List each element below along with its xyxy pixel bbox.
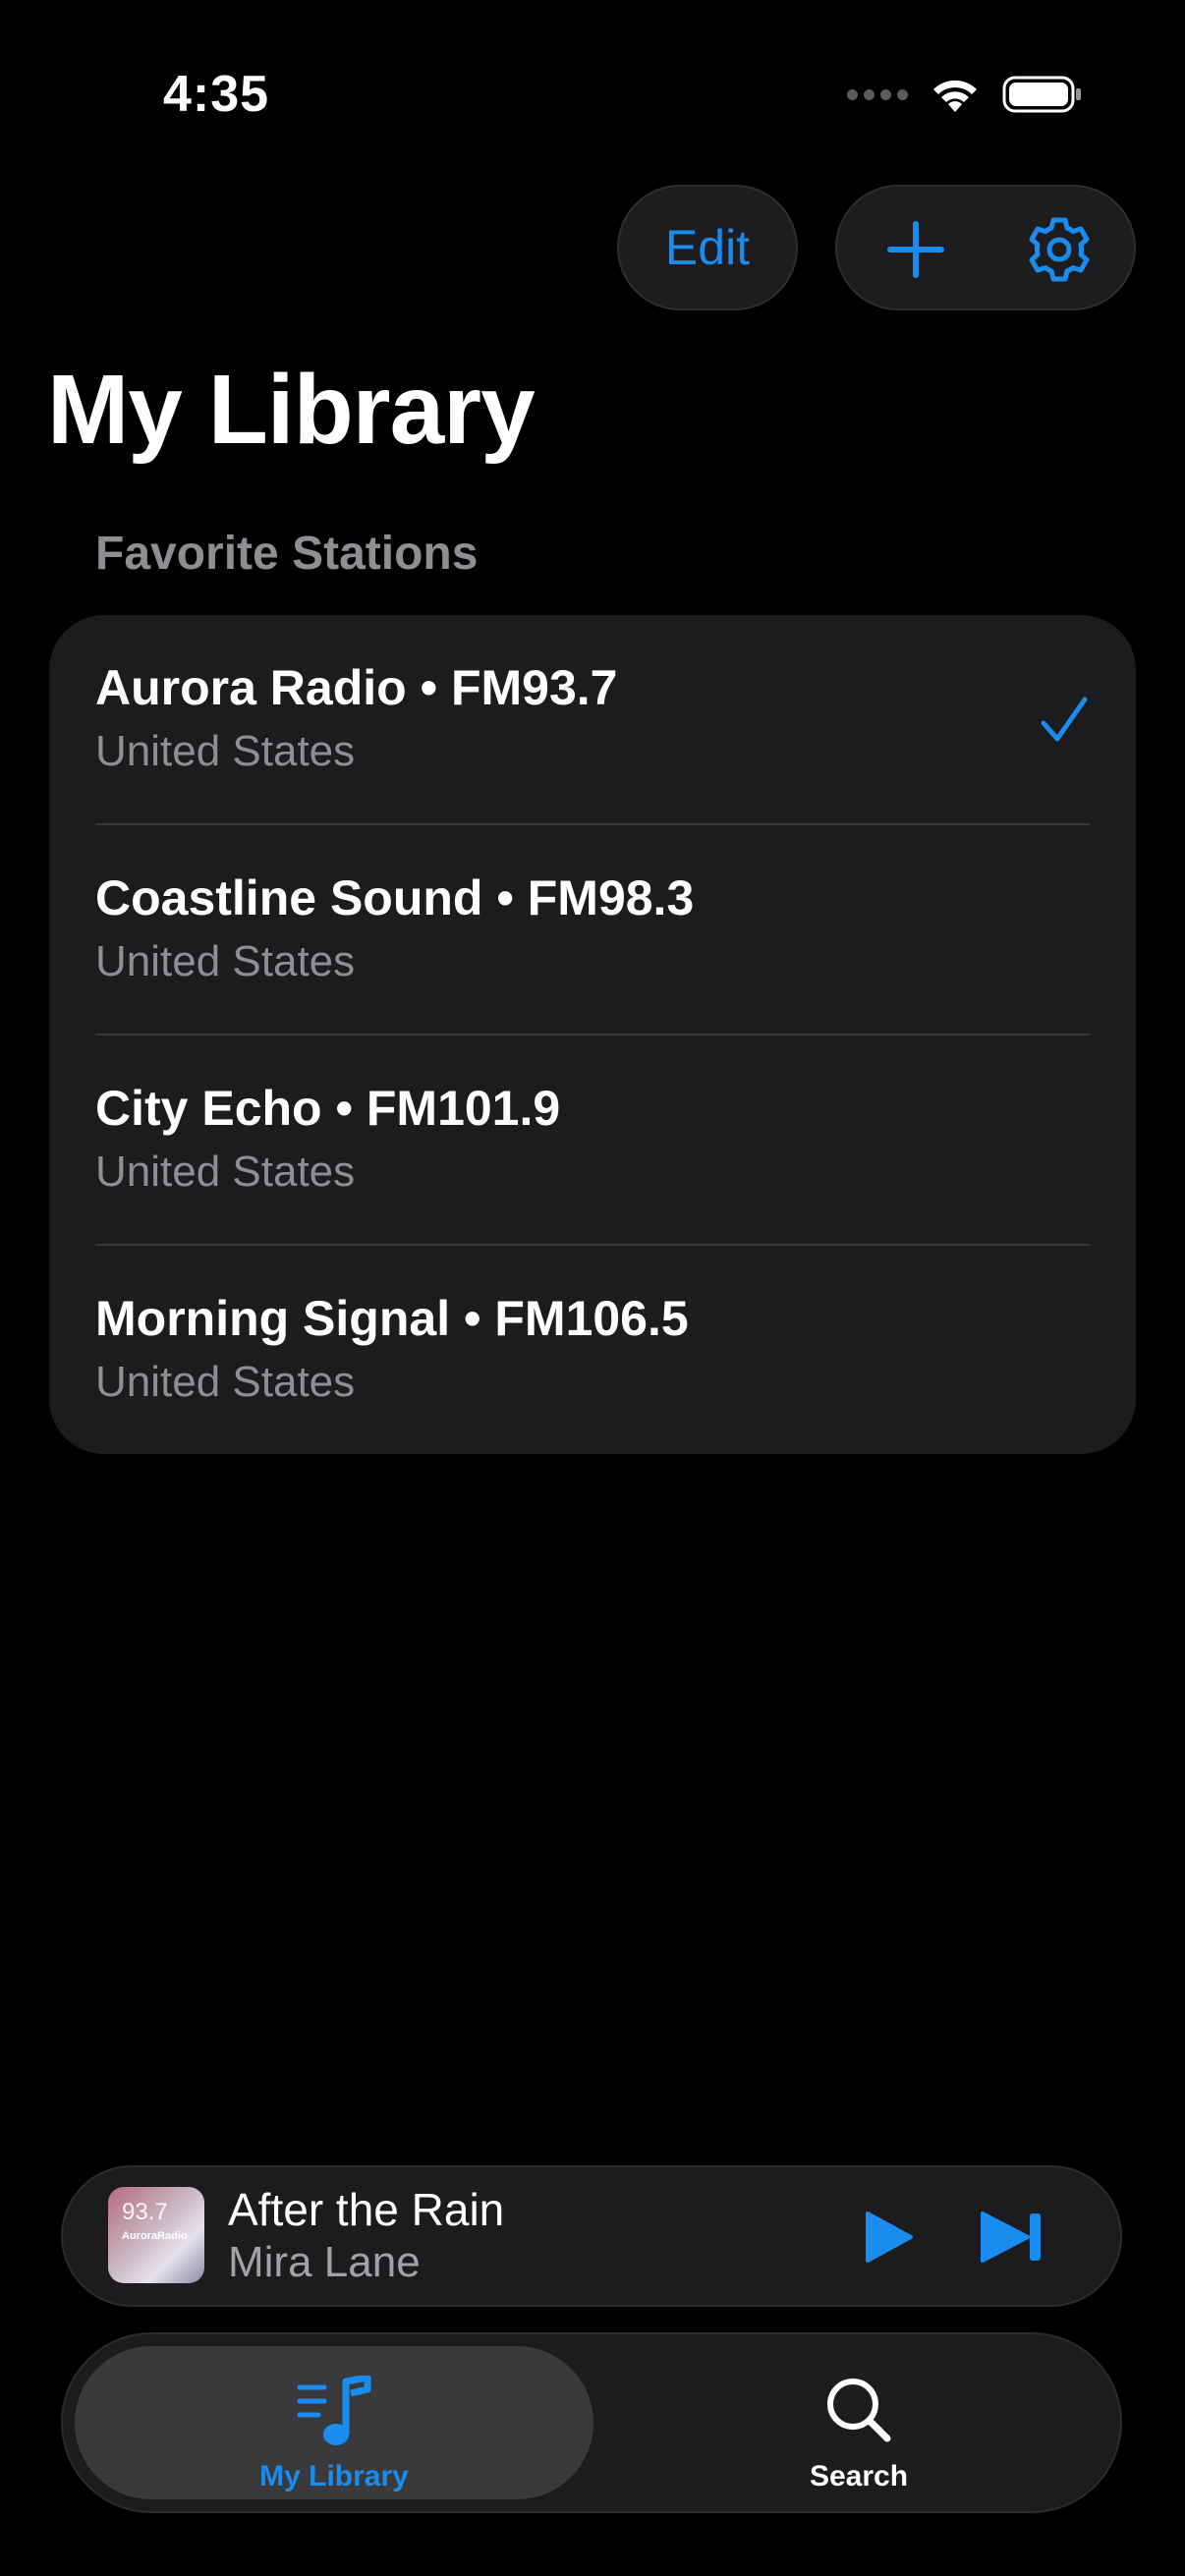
track-title: After the Rain (228, 2184, 505, 2235)
station-row[interactable]: Aurora Radio • FM93.7 United States (49, 615, 1136, 825)
play-button[interactable] (855, 2203, 924, 2271)
settings-button[interactable] (1020, 210, 1099, 289)
checkmark-icon (1041, 697, 1088, 742)
page-title: My Library (47, 355, 536, 465)
station-name: Morning Signal • FM106.5 (95, 1291, 689, 1346)
next-track-button[interactable] (973, 2203, 1051, 2271)
toolbar-actions (835, 185, 1136, 310)
tab-my-library[interactable]: My Library (75, 2346, 593, 2499)
artwork-frequency: 93.7 (122, 2199, 168, 2225)
station-country: United States (95, 937, 356, 985)
tab-bar: My Library Search (61, 2332, 1122, 2513)
station-row[interactable]: City Echo • FM101.9 United States (49, 1036, 1136, 1246)
status-icons (847, 75, 1083, 114)
station-name: Coastline Sound • FM98.3 (95, 870, 695, 925)
status-time: 4:35 (163, 66, 270, 123)
album-artwork: 93.7 AuroraRadio (108, 2187, 204, 2283)
music-list-icon (297, 2376, 371, 2445)
station-country: United States (95, 1148, 356, 1196)
cellular-signal-icon (847, 88, 908, 100)
track-artist: Mira Lane (228, 2238, 421, 2286)
tab-label: Search (809, 2460, 909, 2492)
artwork-station-name: AuroraRadio (122, 2230, 188, 2242)
plus-icon (887, 221, 944, 278)
wifi-icon (933, 80, 977, 112)
tab-label: My Library (259, 2460, 409, 2492)
skip-forward-icon (981, 2212, 1041, 2263)
station-row[interactable]: Morning Signal • FM106.5 United States (49, 1246, 1136, 1454)
station-country: United States (95, 727, 356, 775)
station-row[interactable]: Coastline Sound • FM98.3 United States (49, 825, 1136, 1036)
add-station-button[interactable] (876, 210, 955, 289)
section-header: Favorite Stations (95, 528, 479, 580)
station-country: United States (95, 1358, 356, 1406)
station-name: City Echo • FM101.9 (95, 1081, 561, 1136)
battery-icon (1002, 76, 1081, 113)
station-name: Aurora Radio • FM93.7 (95, 660, 618, 715)
search-icon (827, 2379, 891, 2442)
tab-search[interactable]: Search (613, 2346, 1104, 2499)
gear-icon (1029, 217, 1090, 282)
play-icon (866, 2212, 913, 2263)
mini-player[interactable]: 93.7 AuroraRadio After the Rain Mira Lan… (61, 2165, 1122, 2307)
favorite-stations-list: Aurora Radio • FM93.7 United States Coas… (49, 615, 1136, 1454)
edit-button[interactable]: Edit (617, 185, 798, 310)
